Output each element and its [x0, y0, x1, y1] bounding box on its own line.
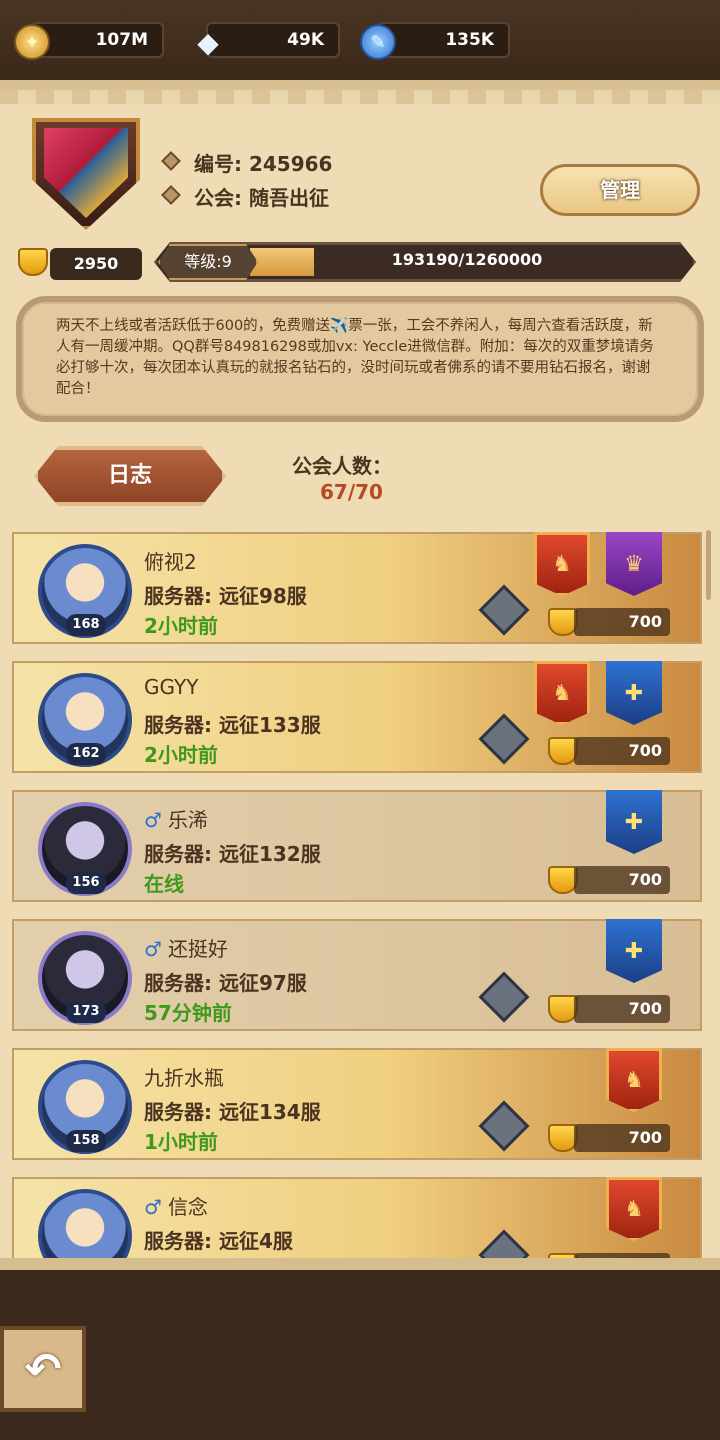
member-name: 乐浠: [167, 808, 208, 832]
scroll-counter: 135K: [376, 22, 510, 58]
crossed-swords-icon: [478, 713, 530, 765]
red-banner-icon: ♞: [606, 1048, 662, 1112]
member-avatar[interactable]: [38, 1189, 132, 1258]
member-name-line: GGYY: [144, 675, 198, 699]
member-count-value: 67/70: [320, 480, 383, 504]
member-level: 156: [66, 872, 106, 894]
crossed-swords-icon: [478, 584, 530, 636]
member-server: 服务器: 远征98服: [144, 584, 307, 608]
member-name: 俯视2: [144, 550, 197, 574]
member-row[interactable]: 158 九折水瓶服务器: 远征134服 1小时前 ♞ 700: [12, 1048, 702, 1160]
crossed-swords-icon: [478, 1229, 530, 1258]
member-last-online: 在线: [144, 872, 184, 896]
diamond-counter: 49K: [206, 22, 340, 58]
scroll-icon: ✎: [360, 24, 396, 60]
trophy-icon: [18, 248, 48, 276]
member-level: 168: [66, 614, 106, 636]
crossed-swords-icon: [478, 971, 530, 1023]
member-server: 服务器: 远征134服: [144, 1100, 321, 1124]
coin-counter: 107M: [30, 22, 164, 58]
male-icon: ♂: [144, 808, 162, 832]
red-banner-icon: ♞: [534, 532, 590, 596]
member-name: 九折水瓶: [144, 1066, 224, 1090]
member-row[interactable]: 168 俯视2 服务器: 远征98服 2小时前 ♛ ♞ 700: [12, 532, 702, 644]
member-name-line: 九折水瓶: [144, 1062, 224, 1091]
member-count-label: 公会人数：: [292, 454, 392, 478]
coin-icon: ✦: [14, 24, 50, 60]
scroll-value: 135K: [445, 30, 494, 50]
member-last-online: 2小时前: [144, 743, 218, 767]
member-last-online: 2小时前: [144, 614, 218, 638]
log-button[interactable]: 日志: [34, 446, 226, 506]
crossed-swords-icon: [478, 1100, 530, 1152]
member-name: GGYY: [144, 675, 199, 699]
guild-notice: 两天不上线或者活跃低于600的，免费赠送✈️票一张，工会不养闲人，每周六查看活跃…: [16, 296, 704, 422]
diamond-value: 49K: [287, 30, 324, 50]
member-list-scrollbar[interactable]: [706, 530, 711, 600]
resource-bar: 107M ✦ 49K ◆ 135K ✎: [0, 0, 720, 80]
member-row[interactable]: 173 ♂ 还挺好服务器: 远征97服 57分钟前 ✚ 700: [12, 919, 702, 1031]
member-row[interactable]: 156 ♂ 乐浠服务器: 远征132服 在线 ✚ 700: [12, 790, 702, 902]
member-contribution: 700: [574, 866, 670, 894]
member-last-online: 57分钟前: [144, 1001, 232, 1025]
back-arrow-icon: ↶: [24, 1343, 62, 1395]
member-server: 服务器: 远征97服: [144, 971, 307, 995]
member-contribution: 700: [574, 995, 670, 1023]
back-button[interactable]: ↶: [0, 1326, 86, 1412]
coin-value: 107M: [95, 30, 148, 50]
member-level: 173: [66, 1001, 106, 1023]
member-server: 服务器: 远征133服: [144, 713, 321, 737]
red-banner-icon: ♞: [606, 1177, 662, 1241]
blue-banner-icon: ✚: [606, 661, 662, 725]
member-name-line: ♂ 还挺好: [144, 933, 228, 962]
member-server: 服务器: 远征4服: [144, 1229, 293, 1253]
member-name: 还挺好: [167, 937, 228, 961]
guild-id: 编号: 245966: [194, 152, 333, 176]
guild-level: 等级:9: [158, 244, 258, 280]
member-contribution: 700: [574, 737, 670, 765]
bottom-bar: [0, 1270, 720, 1440]
panel-top-edge: [0, 90, 720, 104]
diamond-icon: ◆: [197, 25, 219, 59]
blue-banner-icon: ✚: [606, 919, 662, 983]
member-server: 服务器: 远征132服: [144, 842, 321, 866]
red-banner-icon: ♞: [534, 661, 590, 725]
member-level: 162: [66, 743, 106, 765]
member-name-line: ♂ 信念: [144, 1191, 208, 1220]
male-icon: ♂: [144, 937, 162, 961]
member-level: 158: [66, 1130, 106, 1152]
male-icon: ♂: [144, 1195, 162, 1219]
member-contribution: 700: [574, 608, 670, 636]
blue-banner-icon: ✚: [606, 790, 662, 854]
member-last-online: 1小时前: [144, 1130, 218, 1154]
purple-banner-icon: ♛: [606, 532, 662, 596]
member-list[interactable]: 168 俯视2 服务器: 远征98服 2小时前 ♛ ♞ 700 162 GGYY 服务器: 远征1…: [0, 530, 720, 1258]
guild-trophy-count: 2950: [50, 248, 142, 280]
guild-exp-text: 193190/1260000: [391, 250, 543, 269]
manage-button[interactable]: 管理: [540, 164, 700, 216]
member-row[interactable]: 162 GGYY 服务器: 远征133服 2小时前 ✚ ♞ 700: [12, 661, 702, 773]
guild-exp-fill: [250, 248, 314, 276]
member-name-line: ♂ 乐浠: [144, 804, 208, 833]
member-contribution: 700: [574, 1124, 670, 1152]
member-row[interactable]: ♂信念服务器: 远征4服1小时前♞700: [12, 1177, 702, 1258]
guild-name: 公会: 随吾出征: [194, 186, 329, 210]
member-name-line: 俯视2: [144, 546, 197, 575]
member-name: 信念: [167, 1195, 208, 1219]
